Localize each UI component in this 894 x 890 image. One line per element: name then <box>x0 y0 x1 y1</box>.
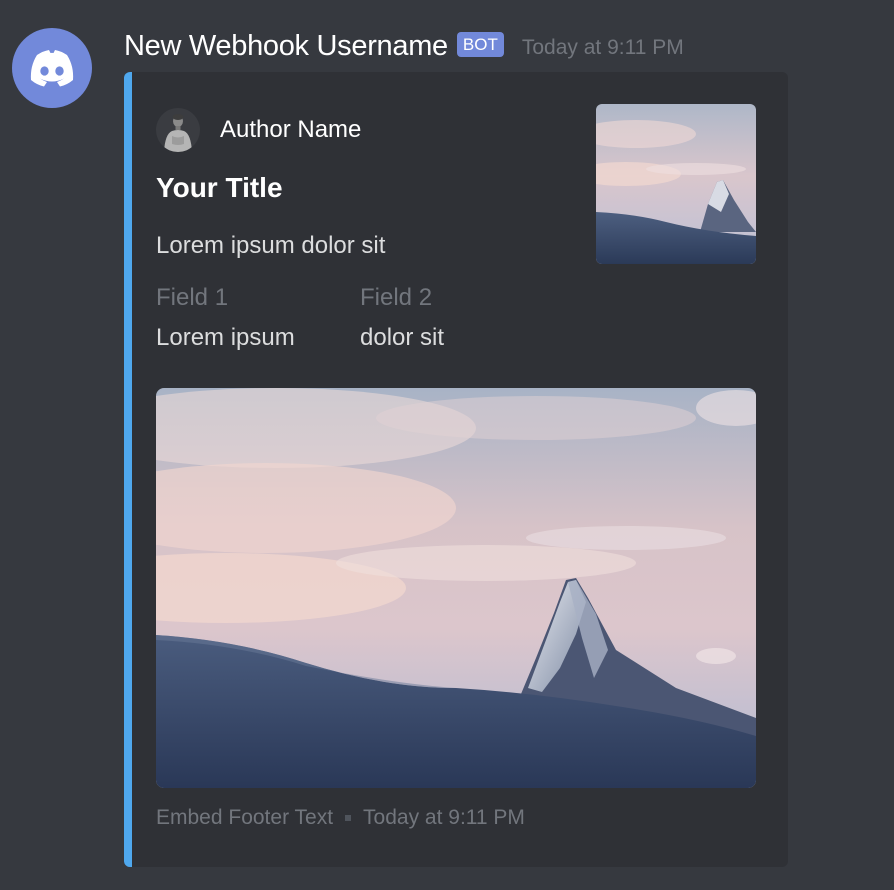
embed-author: Author Name <box>156 108 361 152</box>
chat-message: New Webhook Username BOT Today at 9:11 P… <box>0 0 894 890</box>
field-value: Lorem ipsum <box>156 324 295 351</box>
discord-logo-icon <box>30 50 74 87</box>
embed-footer: Embed Footer Text Today at 9:11 PM <box>156 806 525 830</box>
author-name[interactable]: Author Name <box>220 116 361 144</box>
embed-image[interactable] <box>156 388 756 788</box>
embed-field-1: Field 1 Lorem ipsum <box>156 284 295 352</box>
embed: Author Name Your Title Lorem ipsum dolor… <box>124 72 788 867</box>
footer-text: Embed Footer Text <box>156 806 334 829</box>
webhook-avatar[interactable] <box>12 28 92 108</box>
footer-timestamp: Today at 9:11 PM <box>363 806 525 829</box>
embed-color-bar <box>124 72 132 867</box>
webhook-username[interactable]: New Webhook Username <box>124 30 448 63</box>
embed-title[interactable]: Your Title <box>156 172 283 204</box>
message-timestamp[interactable]: Today at 9:11 PM <box>522 36 684 60</box>
embed-field-2: Field 2 dolor sit <box>360 284 444 352</box>
author-avatar <box>156 108 200 152</box>
embed-thumbnail[interactable] <box>596 104 756 264</box>
field-name: Field 1 <box>156 284 229 311</box>
message-header: New Webhook Username BOT Today at 9:11 P… <box>124 26 684 66</box>
footer-separator <box>345 815 352 821</box>
field-name: Field 2 <box>360 284 433 311</box>
field-value: dolor sit <box>360 324 445 351</box>
embed-description: Lorem ipsum dolor sit <box>156 232 386 259</box>
bot-tag: BOT <box>456 31 504 57</box>
